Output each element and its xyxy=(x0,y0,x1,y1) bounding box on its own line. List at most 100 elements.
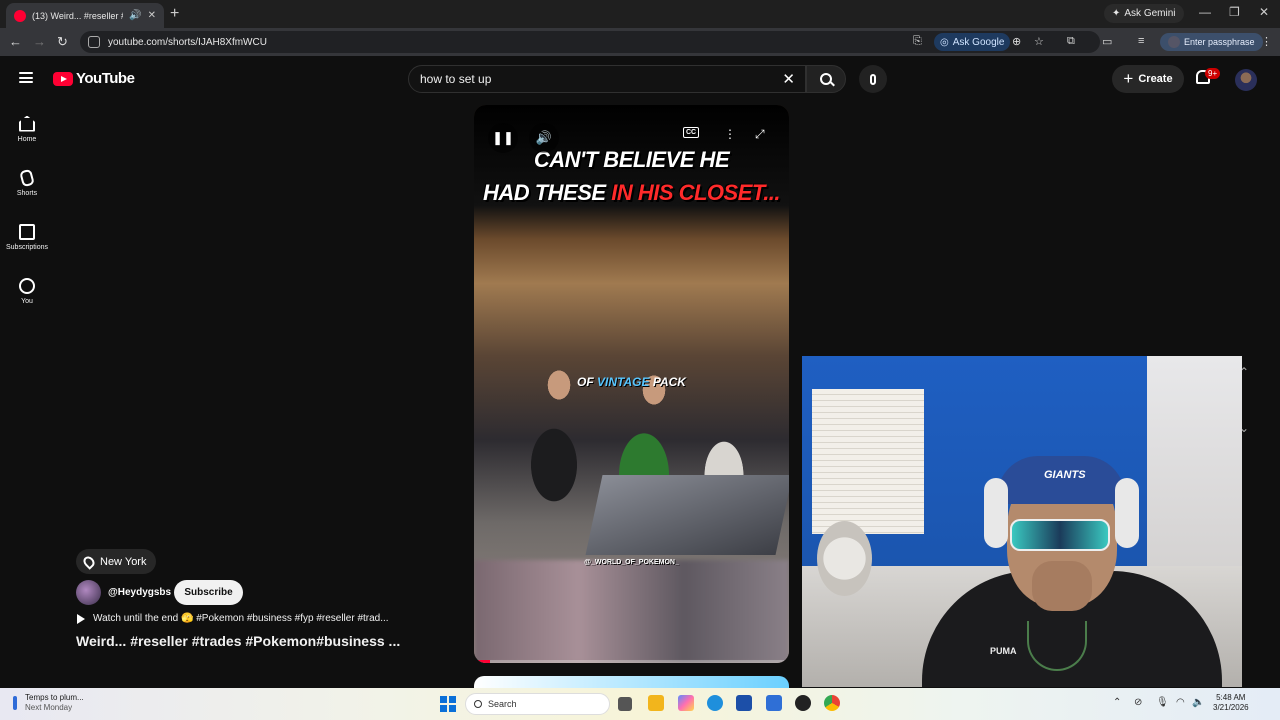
short-video-player[interactable]: CAN'T BELIEVE HE HAD THESE IN HIS CLOSET… xyxy=(474,105,789,663)
webcam-headset-left xyxy=(984,478,1008,548)
fullscreen-icon[interactable]: ⤢ xyxy=(755,127,765,142)
minimize-window-icon[interactable]: — xyxy=(1199,5,1211,19)
mini-sidebar: Home Shorts Subscriptions You xyxy=(0,102,54,318)
site-info-icon[interactable] xyxy=(88,36,100,48)
account-avatar[interactable] xyxy=(1235,69,1257,91)
browser-menu-icon[interactable]: ⋮ xyxy=(1261,35,1272,48)
chrome-icon[interactable] xyxy=(824,695,840,711)
shirt-logo-text: PUMA xyxy=(990,646,1017,656)
new-tab-button[interactable]: + xyxy=(170,5,179,23)
closed-captions-icon[interactable]: CC xyxy=(683,127,700,138)
caption-line-2-white: HAD THESE xyxy=(482,180,612,205)
windows-start-icon[interactable] xyxy=(440,696,456,712)
passphrase-label: Enter passphrase xyxy=(1184,37,1255,47)
mid-caption-a: OF xyxy=(577,375,598,389)
speaker-icon[interactable]: 🔊 xyxy=(129,10,141,21)
channel-name[interactable]: @Heydygsbs xyxy=(108,587,171,598)
mid-caption-c: PACK xyxy=(649,375,686,389)
location-chip[interactable]: New York xyxy=(76,549,157,574)
video-progress-fill xyxy=(474,660,490,663)
description-text: Watch until the end 🫣 #Pokemon #business… xyxy=(93,613,389,624)
location-pin-icon xyxy=(81,553,97,570)
create-button[interactable]: + Create xyxy=(1112,65,1184,93)
task-view-icon[interactable] xyxy=(618,697,632,711)
youtube-logo[interactable]: YouTube xyxy=(53,70,135,87)
play-triangle-icon xyxy=(77,613,85,624)
clock-time: 5:48 AM xyxy=(1216,693,1246,702)
profile-avatar xyxy=(1168,36,1180,48)
volume-button[interactable]: 🔊 xyxy=(529,123,559,153)
reading-list-icon[interactable]: ≡ xyxy=(1138,35,1144,47)
restore-window-icon[interactable]: ❐ xyxy=(1229,5,1240,19)
ask-gemini-button[interactable]: ✦ Ask Gemini xyxy=(1104,4,1184,23)
forward-arrow-icon[interactable]: → xyxy=(33,34,46,49)
location-label: New York xyxy=(100,555,147,568)
close-window-icon[interactable]: ✕ xyxy=(1259,5,1269,19)
browser-tab-active[interactable]: (13) Weird... #reseller #trad 🔊 ✕ xyxy=(6,3,164,28)
search-button[interactable] xyxy=(806,65,846,93)
caption-line-2: HAD THESE IN HIS CLOSET... xyxy=(474,176,789,209)
video-card-display-case xyxy=(585,475,789,555)
file-explorer-icon[interactable] xyxy=(648,695,664,711)
webcam-sunglasses xyxy=(1010,519,1110,551)
subscribe-button[interactable]: Subscribe xyxy=(174,580,243,605)
taskbar-search[interactable]: Search xyxy=(465,693,610,715)
video-progress-bar[interactable] xyxy=(474,660,789,663)
sidebar-item-you[interactable]: You xyxy=(0,264,54,318)
plus-icon: + xyxy=(1123,69,1134,88)
search-input[interactable]: how to set up ✕ xyxy=(408,65,806,93)
youtube-play-logo-icon xyxy=(53,71,73,86)
pause-icon: ❚❚ xyxy=(492,130,514,145)
sidebar-item-label: Home xyxy=(17,135,37,143)
profile-passphrase-button[interactable]: Enter passphrase xyxy=(1160,33,1263,51)
reload-icon[interactable]: ↻ xyxy=(57,34,68,50)
browser-tab-strip: (13) Weird... #reseller #trad 🔊 ✕ + ✦ As… xyxy=(0,0,1280,28)
webcam-fan xyxy=(817,521,872,596)
video-blurred-region xyxy=(474,560,789,663)
video-description[interactable]: Watch until the end 🫣 #Pokemon #business… xyxy=(77,613,389,624)
outlook-icon[interactable] xyxy=(766,695,782,711)
edge-icon[interactable] xyxy=(707,695,723,711)
bookmark-star-icon[interactable]: ☆ xyxy=(1034,35,1044,48)
back-arrow-icon[interactable]: ← xyxy=(9,34,22,49)
sidebar-item-home[interactable]: Home xyxy=(0,102,54,156)
search-icon xyxy=(820,73,832,85)
you-icon xyxy=(19,277,35,294)
video-title[interactable]: Weird... #reseller #trades #Pokemon#busi… xyxy=(76,633,400,649)
sidebar-item-label: Subscriptions xyxy=(5,243,49,251)
app-dark-circle-icon[interactable] xyxy=(795,695,811,711)
sidebar-item-subscriptions[interactable]: Subscriptions xyxy=(0,210,54,264)
gemini-sparkle-icon: ✦ xyxy=(1112,8,1121,19)
hamburger-menu-icon[interactable] xyxy=(19,72,33,83)
more-options-icon[interactable]: ⋮ xyxy=(724,127,736,141)
channel-avatar[interactable] xyxy=(76,580,101,605)
weather-line-2: Next Monday xyxy=(25,703,73,712)
copilot-icon[interactable] xyxy=(678,695,694,711)
microphone-tray-icon[interactable]: 🎙 xyxy=(1156,697,1169,708)
notifications-off-icon[interactable]: ⊘ xyxy=(1134,697,1142,708)
zoom-icon[interactable]: ⊕ xyxy=(1012,35,1021,48)
sidebar-item-shorts[interactable]: Shorts xyxy=(0,156,54,210)
pause-button[interactable]: ❚❚ xyxy=(488,123,518,153)
install-app-icon[interactable]: ⎘ xyxy=(913,35,922,48)
lens-icon: ◎ xyxy=(940,36,949,48)
volume-tray-icon[interactable]: 🔈 xyxy=(1192,697,1204,708)
voice-search-button[interactable] xyxy=(859,65,887,93)
clear-search-icon[interactable]: ✕ xyxy=(782,70,795,88)
split-view-icon[interactable]: ▭ xyxy=(1102,35,1112,48)
youtube-header: YouTube how to set up ✕ + Create 9+ xyxy=(0,56,1280,102)
home-icon xyxy=(19,115,35,132)
youtube-favicon-icon xyxy=(14,9,26,22)
ask-gemini-label: Ask Gemini xyxy=(1124,8,1176,19)
system-clock[interactable]: 5:48 AM 3/21/2026 xyxy=(1213,693,1249,713)
show-hidden-icons-icon[interactable]: ⌃ xyxy=(1113,697,1121,708)
sidebar-item-label: Shorts xyxy=(16,189,38,197)
store-icon[interactable] xyxy=(736,695,752,711)
ask-google-button[interactable]: ◎ Ask Google xyxy=(934,33,1011,51)
webcam-window-blinds xyxy=(812,389,924,534)
weather-widget[interactable]: Temps to plum... Next Monday xyxy=(13,693,84,713)
wifi-icon[interactable]: ◠ xyxy=(1176,697,1185,708)
close-tab-icon[interactable]: ✕ xyxy=(148,10,156,21)
extensions-icon[interactable]: ⧉ xyxy=(1067,35,1075,48)
cap-logo-text: GIANTS xyxy=(1044,469,1086,481)
